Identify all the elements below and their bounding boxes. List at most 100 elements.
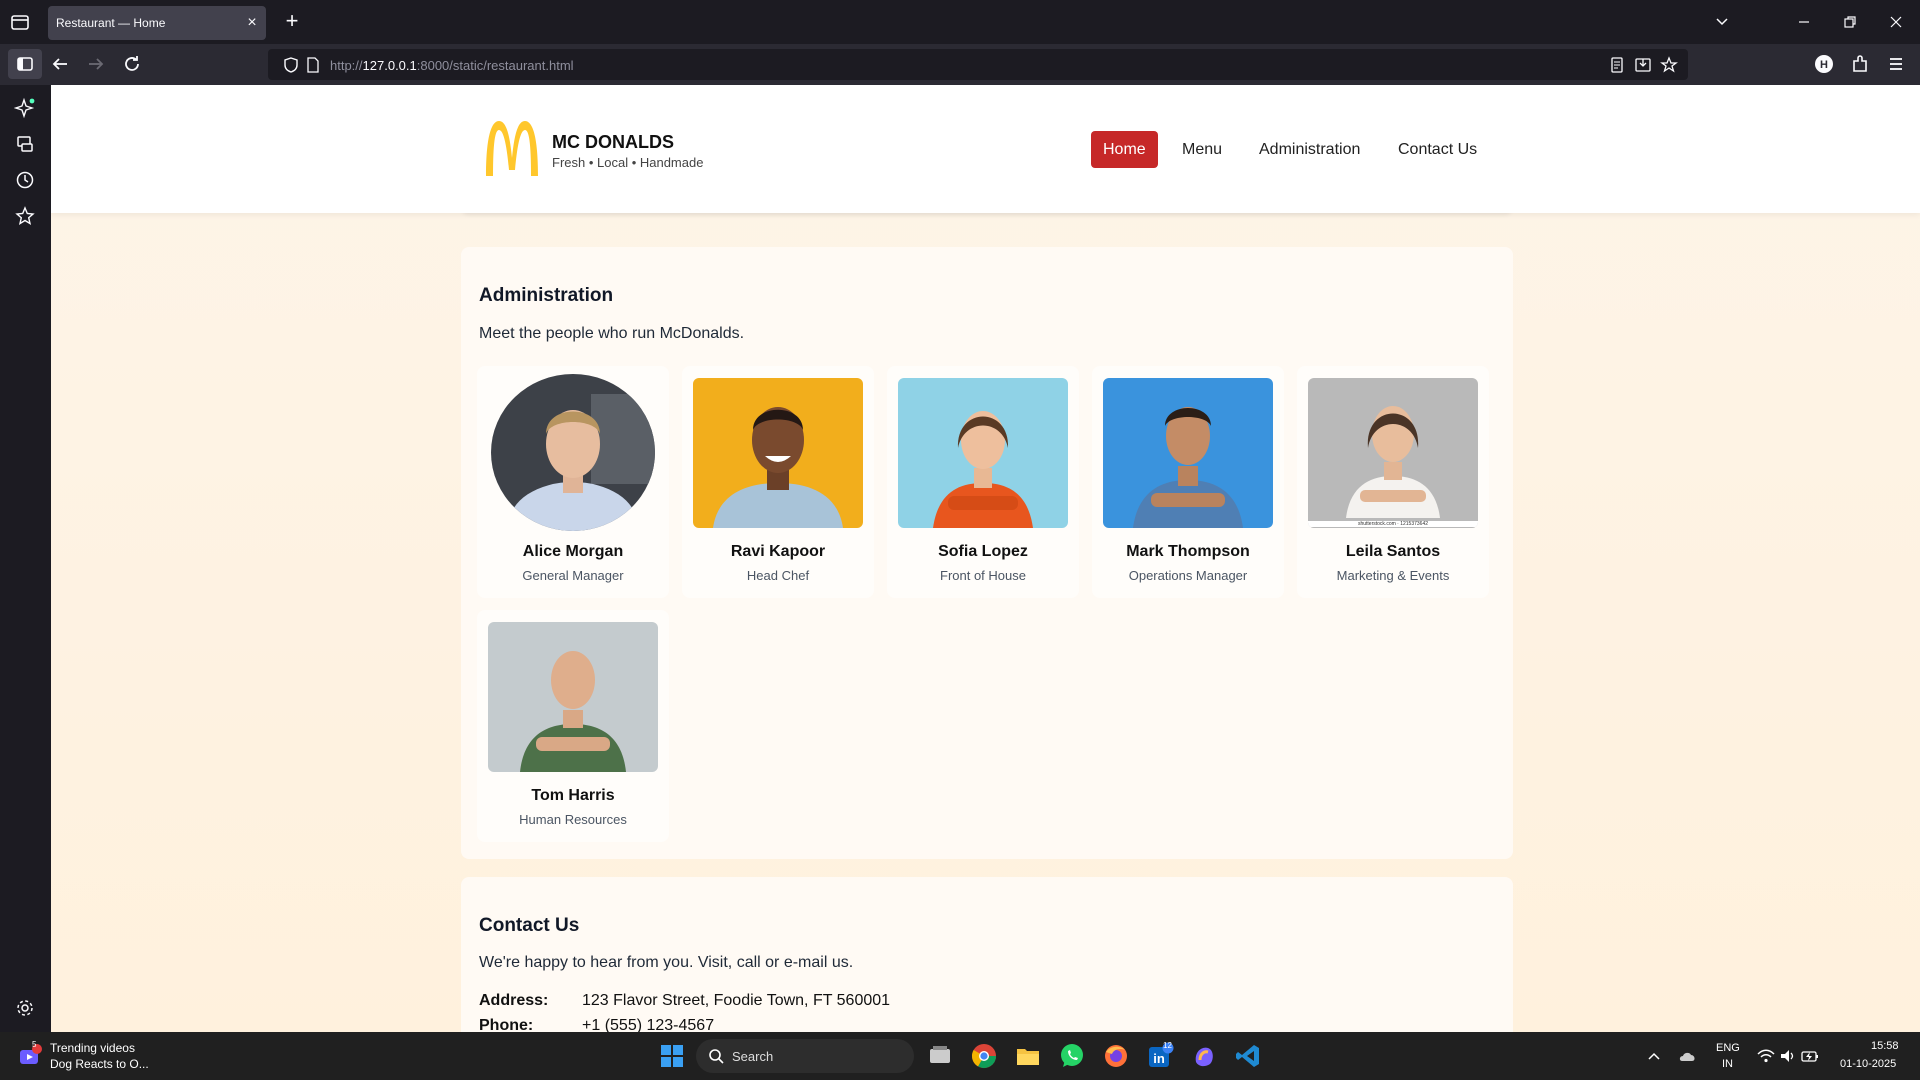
language-code[interactable]: ENG xyxy=(1716,1042,1740,1054)
url-text: http://127.0.0.1:8000/static/restaurant.… xyxy=(330,58,574,73)
address-row: Address: 123 Flavor Street, Foodie Town, … xyxy=(479,992,890,1010)
photo-watermark: shutterstock.com · 1215373642 xyxy=(1308,521,1478,527)
clock-time[interactable]: 15:58 xyxy=(1871,1040,1899,1052)
staff-name: Sofia Lopez xyxy=(938,543,1028,560)
close-window-icon[interactable] xyxy=(1886,12,1906,32)
address-label: Address: xyxy=(479,992,549,1009)
staff-role: Human Resources xyxy=(519,812,627,827)
staff-role: Front of House xyxy=(940,568,1026,583)
staff-photo xyxy=(488,622,658,772)
ai-sparkle-icon[interactable] xyxy=(14,97,36,119)
news-title[interactable]: Trending videos xyxy=(50,1041,135,1055)
staff-name: Ravi Kapoor xyxy=(730,543,826,560)
web-page: MC DONALDS Fresh • Local • Handmade Home… xyxy=(51,85,1920,1032)
volume-icon[interactable] xyxy=(1778,1046,1798,1066)
task-view-icon[interactable] xyxy=(926,1042,954,1070)
reload-icon[interactable] xyxy=(120,52,144,76)
url-bar[interactable]: http://127.0.0.1:8000/static/restaurant.… xyxy=(268,49,1688,80)
staff-name: Leila Santos xyxy=(1345,543,1441,560)
onedrive-icon[interactable] xyxy=(1678,1046,1698,1066)
phone-row: Phone: +1 (555) 123-4567 xyxy=(479,1017,714,1032)
section-subtitle: We're happy to hear from you. Visit, cal… xyxy=(479,954,854,971)
golden-arches-logo[interactable] xyxy=(482,118,542,178)
site-header: MC DONALDS Fresh • Local • Handmade Home… xyxy=(51,85,1920,213)
staff-photo xyxy=(1103,378,1273,528)
taskbar-search[interactable]: Search xyxy=(696,1039,914,1073)
staff-photo xyxy=(898,378,1068,528)
search-icon xyxy=(709,1049,724,1064)
reader-view-icon[interactable] xyxy=(1608,56,1626,74)
history-icon[interactable] xyxy=(14,169,36,191)
vscode-icon[interactable] xyxy=(1234,1042,1262,1070)
staff-photo xyxy=(693,378,863,528)
page-icon[interactable] xyxy=(304,56,322,74)
shield-icon[interactable] xyxy=(282,56,300,74)
language-region[interactable]: IN xyxy=(1722,1058,1733,1070)
navigation-toolbar: http://127.0.0.1:8000/static/restaurant.… xyxy=(0,44,1920,85)
staff-role: Head Chef xyxy=(746,568,810,583)
linkedin-badge: 12 xyxy=(1163,1041,1172,1050)
svg-text:H: H xyxy=(1820,59,1828,71)
battery-icon[interactable] xyxy=(1800,1046,1820,1066)
phone-value[interactable]: +1 (555) 123-4567 xyxy=(582,1017,714,1032)
browser-tab-active[interactable]: Restaurant — Home × xyxy=(48,6,266,40)
url-host: 127.0.0.1 xyxy=(362,58,417,73)
url-prefix: http:// xyxy=(330,58,363,73)
contact-section: Contact Us We're happy to hear from you.… xyxy=(461,877,1513,1032)
new-tab-icon[interactable]: + xyxy=(280,10,304,34)
whatsapp-icon[interactable] xyxy=(1058,1042,1086,1070)
forward-icon[interactable] xyxy=(84,52,108,76)
tab-list-icon[interactable] xyxy=(8,10,32,34)
nav-administration[interactable]: Administration xyxy=(1247,131,1372,168)
news-widget-icon[interactable] xyxy=(18,1044,42,1068)
chevron-down-icon[interactable] xyxy=(1712,12,1732,32)
section-title: Contact Us xyxy=(479,915,580,936)
file-explorer-icon[interactable] xyxy=(1014,1042,1042,1070)
url-path: :8000/static/restaurant.html xyxy=(416,58,574,73)
clock-date[interactable]: 01-10-2025 xyxy=(1840,1058,1896,1070)
windows-start-icon[interactable] xyxy=(658,1042,686,1070)
tab-title: Restaurant — Home xyxy=(56,16,166,30)
back-icon[interactable] xyxy=(48,52,72,76)
firefox-icon[interactable] xyxy=(1102,1042,1130,1070)
staff-card: Mark Thompson Operations Manager xyxy=(1092,366,1284,598)
search-label: Search xyxy=(732,1049,774,1064)
extensions-icon[interactable] xyxy=(1848,52,1872,76)
save-page-icon[interactable] xyxy=(1634,56,1652,74)
staff-card: Sofia Lopez Front of House xyxy=(887,366,1079,598)
copilot-icon[interactable] xyxy=(1190,1042,1218,1070)
administration-section: Administration Meet the people who run M… xyxy=(461,247,1513,859)
bookmarks-icon[interactable] xyxy=(14,205,36,227)
staff-role: Operations Manager xyxy=(1128,568,1248,583)
address-value: 123 Flavor Street, Foodie Town, FT 56000… xyxy=(582,992,891,1009)
account-icon[interactable]: H xyxy=(1812,52,1836,76)
restore-icon[interactable] xyxy=(1840,12,1860,32)
staff-name: Tom Harris xyxy=(531,787,615,804)
brand-name[interactable]: MC DONALDS xyxy=(552,132,674,153)
browser-sidebar xyxy=(0,49,51,1032)
sidebar-toggle-button[interactable] xyxy=(8,49,42,79)
staff-card: Alice Morgan General Manager xyxy=(477,366,669,598)
synced-tabs-icon[interactable] xyxy=(14,133,36,155)
nav-contact-us[interactable]: Contact Us xyxy=(1386,131,1489,168)
staff-name: Mark Thompson xyxy=(1126,543,1250,560)
news-badge: 5 xyxy=(32,1040,37,1049)
wifi-icon[interactable] xyxy=(1756,1046,1776,1066)
bookmark-star-icon[interactable] xyxy=(1660,56,1678,74)
chevron-up-icon[interactable] xyxy=(1644,1046,1664,1066)
staff-photo xyxy=(491,374,655,531)
tab-close-icon[interactable]: × xyxy=(244,15,260,31)
nav-menu[interactable]: Menu xyxy=(1170,131,1234,168)
settings-gear-icon[interactable] xyxy=(14,997,36,1019)
section-title: Administration xyxy=(479,285,614,306)
menu-icon[interactable] xyxy=(1884,52,1908,76)
minimize-icon[interactable] xyxy=(1794,12,1814,32)
brand-tagline: Fresh • Local • Handmade xyxy=(552,155,704,170)
svg-text:in: in xyxy=(1153,1051,1165,1066)
nav-home[interactable]: Home xyxy=(1091,131,1158,168)
staff-name: Alice Morgan xyxy=(522,543,624,560)
section-subtitle: Meet the people who run McDonalds. xyxy=(479,325,745,342)
news-subtitle[interactable]: Dog Reacts to O... xyxy=(50,1057,149,1071)
chrome-icon[interactable] xyxy=(970,1042,998,1070)
staff-role: General Manager xyxy=(522,568,624,583)
